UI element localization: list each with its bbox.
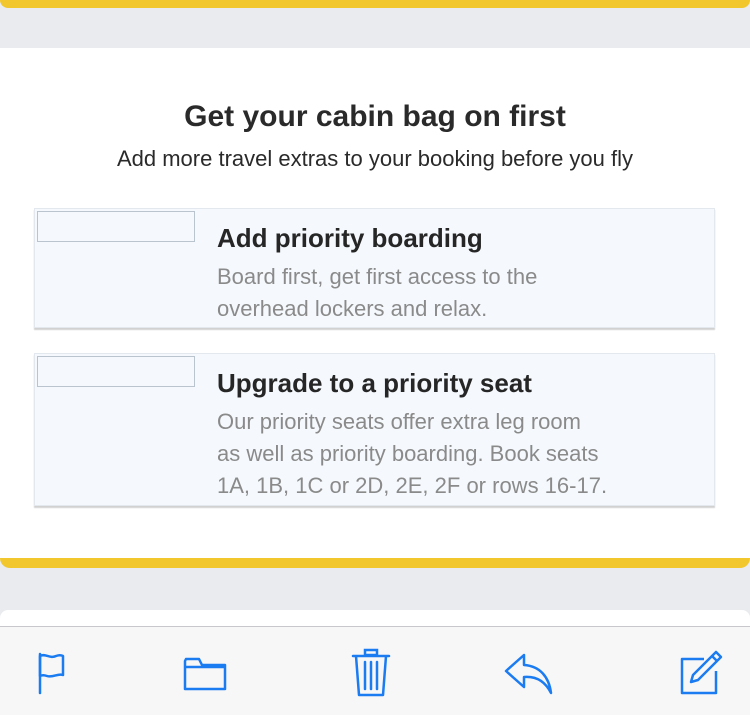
offer-description: Our priority seats offer extra leg room … — [217, 409, 608, 498]
trash-icon — [351, 648, 391, 697]
compose-icon — [680, 650, 723, 695]
previous-card-bottom-edge — [0, 0, 750, 8]
offer-image-placeholder — [37, 356, 195, 387]
compose-button[interactable] — [672, 645, 728, 701]
offer-title[interactable]: Add priority boarding — [217, 223, 483, 254]
mail-toolbar — [0, 626, 750, 715]
reply-button[interactable] — [500, 645, 556, 701]
offer-title[interactable]: Upgrade to a priority seat — [217, 368, 532, 399]
offer-image-placeholder — [37, 211, 195, 242]
offer-description: Board first, get first access to the ove… — [217, 264, 538, 321]
promo-subtitle: Add more travel extras to your booking b… — [116, 146, 634, 171]
promo-card: Get your cabin bag on first Add more tra… — [0, 48, 750, 568]
promo-title: Get your cabin bag on first — [184, 100, 566, 133]
move-to-folder-button[interactable] — [177, 645, 233, 701]
flag-button[interactable] — [20, 645, 76, 701]
reply-icon — [504, 653, 553, 695]
offer-priority-boarding[interactable]: Add priority boarding Board first, get f… — [34, 208, 715, 328]
folder-icon — [183, 657, 227, 691]
delete-button[interactable] — [343, 645, 399, 701]
flag-icon — [38, 652, 65, 695]
offer-priority-seat[interactable]: Upgrade to a priority seat Our priority … — [34, 353, 715, 506]
